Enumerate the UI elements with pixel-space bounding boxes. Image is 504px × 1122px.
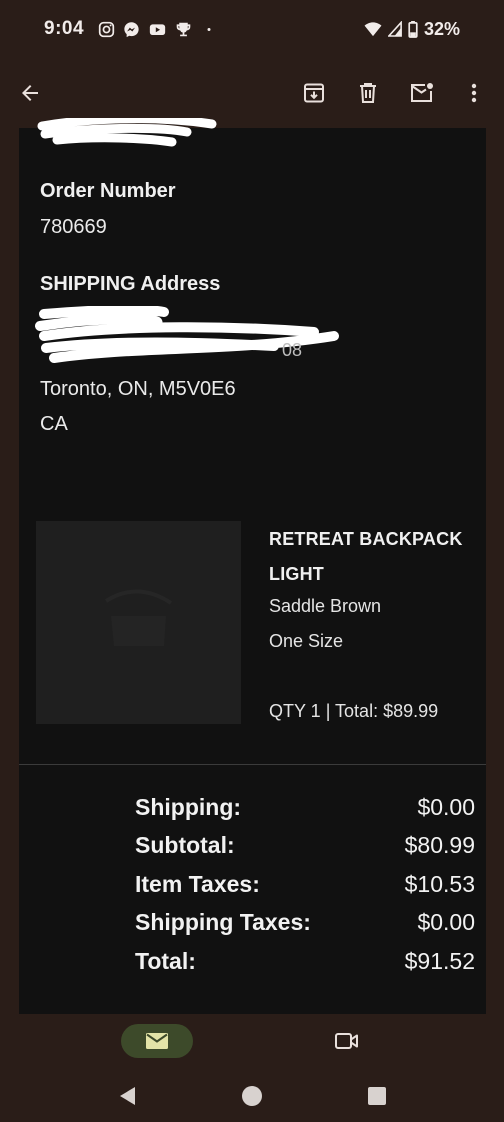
dot-icon (207, 27, 211, 31)
totals-value: $80.99 (404, 832, 475, 859)
totals-value: $10.53 (404, 870, 475, 897)
address-line-partial: 08 (282, 340, 303, 360)
product-name[interactable]: RETREAT BACKPACK LIGHT (269, 522, 479, 592)
notification-icons (98, 21, 214, 38)
signal-icon (387, 21, 402, 37)
delete-icon (360, 83, 376, 103)
recents-square-icon[interactable] (365, 1084, 389, 1108)
back-button[interactable] (13, 76, 47, 110)
totals-value: $0.00 (417, 793, 475, 820)
archive-button[interactable] (297, 76, 331, 110)
totals-row-item-taxes: Item Taxes: $10.53 (135, 865, 475, 904)
order-number-value: 780669 (40, 216, 107, 238)
product-color: Saddle Brown (269, 596, 382, 616)
mark-unread-icon (411, 83, 433, 102)
totals-row-shipping-taxes: Shipping Taxes: $0.00 (135, 904, 475, 943)
totals-row-shipping: Shipping: $0.00 (135, 788, 475, 827)
battery-icon (408, 20, 418, 38)
more-options-button[interactable] (457, 76, 491, 110)
totals-label: Shipping Taxes: (135, 909, 311, 936)
battery-percent: 32% (423, 18, 460, 39)
product-image[interactable] (36, 521, 241, 724)
status-bar: 9:04 32% (0, 0, 504, 58)
trophy-icon (176, 22, 191, 36)
redacted-name-scribble (37, 118, 217, 147)
redacted-address-scribble (35, 306, 339, 363)
product-size: One Size (269, 631, 344, 651)
wifi-icon (364, 22, 382, 37)
delete-button[interactable] (351, 76, 385, 110)
messenger-icon (124, 21, 139, 37)
backpack-image-icon (104, 589, 173, 646)
totals-row-total: Total: $91.52 (135, 942, 475, 981)
address-country: CA (40, 413, 68, 435)
bottom-navigation (0, 1014, 504, 1070)
totals-row-subtotal: Subtotal: $80.99 (135, 827, 475, 866)
back-triangle-icon[interactable] (116, 1084, 140, 1108)
order-totals: Shipping: $0.00 Subtotal: $80.99 Item Ta… (135, 788, 475, 981)
divider (19, 764, 486, 765)
product-qty-total: QTY 1 | Total: $89.99 (269, 701, 439, 721)
youtube-icon (149, 23, 166, 35)
mail-tab[interactable] (121, 1024, 193, 1058)
instagram-icon (98, 21, 115, 37)
home-circle-icon[interactable] (240, 1084, 264, 1108)
archive-icon (304, 83, 324, 103)
more-vert-icon (471, 83, 477, 103)
totals-label: Shipping: (135, 793, 242, 820)
totals-value: $91.52 (404, 947, 475, 974)
mark-unread-button[interactable] (405, 76, 439, 110)
system-status: 32% (364, 0, 460, 58)
totals-label: Total: (135, 947, 196, 974)
totals-label: Subtotal: (135, 832, 235, 859)
totals-value: $0.00 (417, 909, 475, 936)
back-arrow-icon (22, 85, 38, 101)
shipping-address-label: SHIPPING Address (40, 273, 221, 295)
email-body: Order Number 780669 SHIPPING Address 08 … (19, 118, 486, 1014)
meet-tab[interactable] (330, 1026, 364, 1056)
video-icon (335, 1033, 358, 1049)
order-number-label: Order Number (40, 180, 176, 202)
system-navigation (0, 1070, 504, 1122)
status-time: 9:04 (44, 18, 85, 39)
totals-label: Item Taxes: (135, 870, 260, 897)
mail-icon (146, 1033, 168, 1049)
address-city-line: Toronto, ON, M5V0E6 (40, 378, 236, 400)
